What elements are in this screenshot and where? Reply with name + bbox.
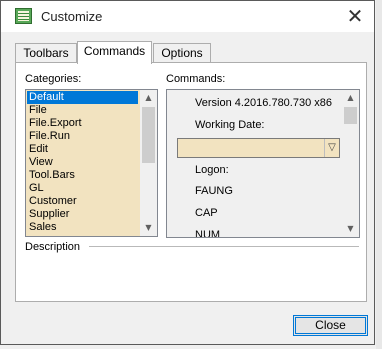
working-date-combo[interactable]: ▽ [177,138,340,158]
category-item[interactable]: File.Run [27,130,138,143]
categories-list[interactable]: Default File File.Export File.Run Edit V… [25,89,158,237]
categories-items: Default File File.Export File.Run Edit V… [27,91,138,234]
command-item[interactable]: FAUNG [195,185,233,197]
commands-tab-panel: Categories: Default File File.Export Fil… [15,62,367,302]
close-button[interactable]: Close [293,315,368,336]
close-window-icon[interactable]: ✕ [342,3,368,29]
title-bar: Customize ✕ [1,1,374,32]
category-item[interactable]: File [27,104,138,117]
category-item[interactable]: Supplier [27,208,138,221]
category-item[interactable]: File.Export [27,117,138,130]
categories-label: Categories: [25,73,82,85]
version-text: Version 4.2016.780.730 x86 [195,97,333,109]
description-separator [89,246,359,247]
scrollbar-thumb[interactable] [142,107,155,163]
category-item[interactable]: GL [27,182,138,195]
scroll-up-icon[interactable]: ▲ [342,90,359,106]
category-item[interactable]: Sales [27,221,138,234]
scroll-down-icon[interactable]: ▼ [342,221,359,237]
tab-options[interactable]: Options [153,43,211,63]
background-edge [376,0,382,349]
tab-commands[interactable]: Commands [77,41,152,64]
window-title: Customize [41,9,103,24]
command-item[interactable]: NUM [195,229,220,237]
scrollbar-thumb[interactable] [344,107,357,124]
chevron-down-icon[interactable]: ▽ [324,139,339,157]
logon-label: Logon: [195,164,229,176]
scroll-down-icon[interactable]: ▼ [140,220,157,236]
app-icon [15,8,32,24]
category-item[interactable]: Tool.Bars [27,169,138,182]
customize-dialog: Customize ✕ Toolbars Commands Options Ca… [0,0,375,345]
tab-toolbars[interactable]: Toolbars [15,43,77,63]
commands-list[interactable]: Version 4.2016.780.730 x86 Working Date:… [166,89,360,238]
category-item[interactable]: Default [27,91,138,104]
category-item[interactable]: Edit [27,143,138,156]
category-item[interactable]: Customer [27,195,138,208]
description-label: Description [25,241,81,253]
scroll-up-icon[interactable]: ▲ [140,90,157,106]
command-item[interactable]: CAP [195,207,218,219]
category-item[interactable]: View [27,156,138,169]
commands-label: Commands: [166,73,226,85]
categories-scrollbar[interactable]: ▲ ▼ [140,90,157,236]
commands-scrollbar[interactable]: ▲ ▼ [342,90,359,237]
working-date-label: Working Date: [195,119,265,131]
